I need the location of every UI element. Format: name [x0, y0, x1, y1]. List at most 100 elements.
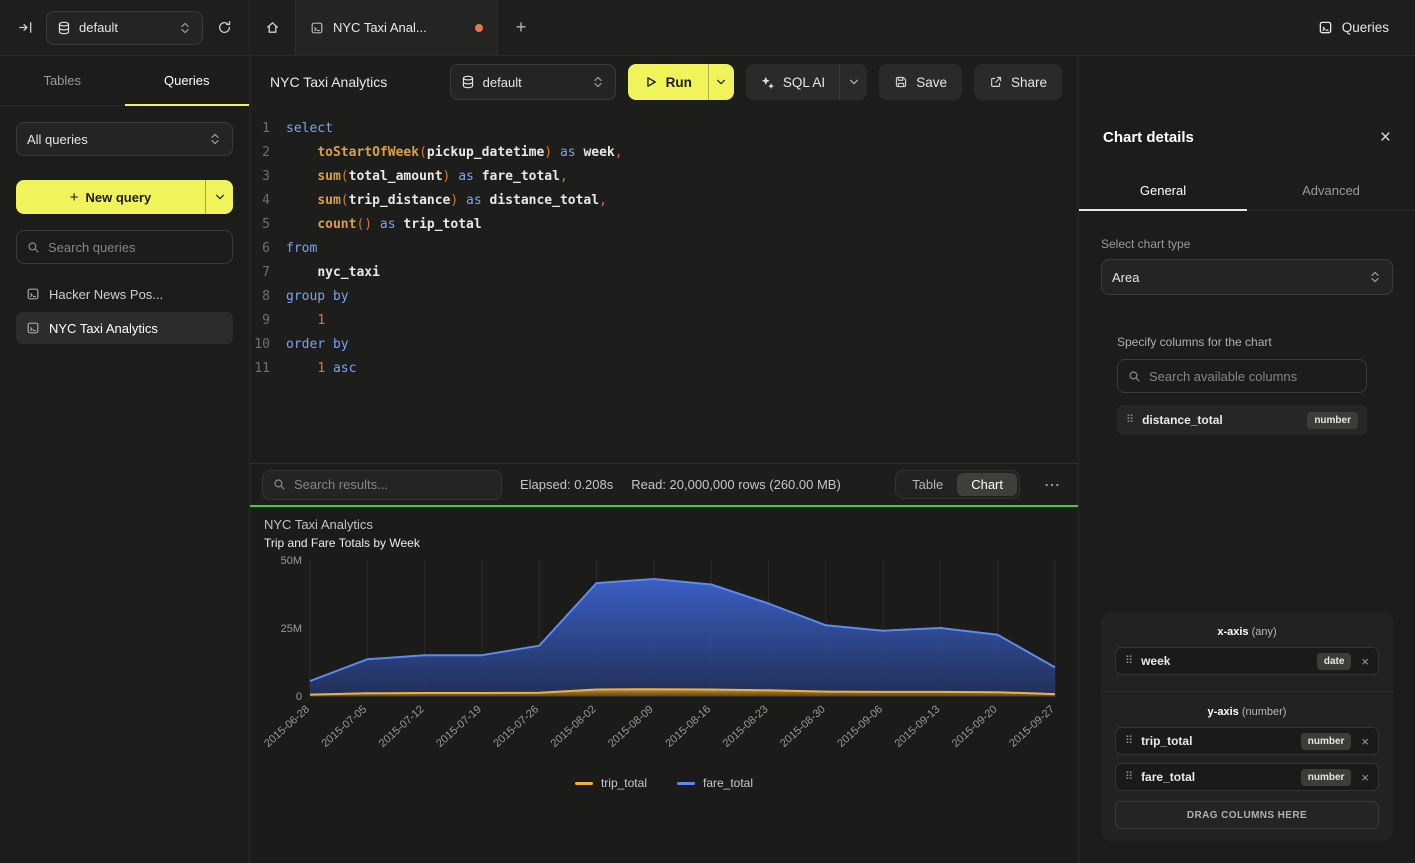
queries-button[interactable]: Queries: [1292, 0, 1415, 55]
run-button[interactable]: Run: [628, 64, 708, 100]
tab-strip: NYC Taxi Anal... +: [250, 0, 544, 55]
column-type-badge: number: [1301, 733, 1352, 750]
sql-line: 7 nyc_taxi: [250, 261, 1078, 285]
line-number: 5: [250, 213, 286, 237]
tab-general[interactable]: General: [1079, 171, 1247, 210]
svg-text:2015-09-20: 2015-09-20: [950, 703, 1000, 750]
tab-nyc-taxi-analytics[interactable]: NYC Taxi Anal...: [295, 0, 498, 55]
legend-item-fare_total[interactable]: fare_total: [677, 776, 753, 790]
svg-text:2015-08-16: 2015-08-16: [663, 703, 713, 750]
svg-text:2015-07-05: 2015-07-05: [319, 703, 369, 750]
columns-search-input[interactable]: [1149, 369, 1356, 384]
column-pill-distance_total[interactable]: ⠿distance_totalnumber: [1117, 405, 1367, 435]
sidebar-tab-queries[interactable]: Queries: [125, 56, 250, 105]
save-button[interactable]: Save: [879, 64, 962, 100]
tab-advanced[interactable]: Advanced: [1247, 171, 1415, 210]
columns-search: [1117, 359, 1367, 393]
column-pill-fare_total[interactable]: ⠿fare_totalnumber×: [1115, 763, 1379, 791]
drag-handle-icon[interactable]: ⠿: [1125, 772, 1133, 783]
svg-text:2015-08-30: 2015-08-30: [778, 703, 828, 750]
query-filter-select[interactable]: All queries: [16, 122, 233, 156]
main-area: NYC Taxi Analytics default Run SQL: [250, 56, 1078, 863]
query-database-selector[interactable]: default: [450, 64, 616, 100]
sql-line: 1select: [250, 117, 1078, 141]
sidebar-tab-tables[interactable]: Tables: [0, 56, 125, 105]
refresh-button[interactable]: [211, 15, 237, 41]
sql-line: 10order by: [250, 333, 1078, 357]
remove-column-icon[interactable]: ×: [1359, 770, 1369, 785]
columns-group: Specify columns for the chart ⠿distance_…: [1117, 335, 1367, 435]
results-more-button[interactable]: ⋯: [1038, 475, 1066, 495]
query-search-input[interactable]: [48, 240, 222, 255]
chevron-updown-icon: [208, 132, 222, 146]
elapsed-time: Elapsed: 0.208s: [520, 477, 613, 492]
sidebar-query-item[interactable]: Hacker News Pos...: [16, 278, 233, 310]
query-file-icon: [310, 21, 324, 35]
results-search-input[interactable]: [294, 477, 491, 492]
drag-columns-drop-zone[interactable]: DRAG COLUMNS HERE: [1115, 801, 1379, 829]
view-toggle-table[interactable]: Table: [898, 473, 957, 496]
line-number: 6: [250, 237, 286, 261]
database-icon: [461, 75, 475, 89]
new-query-menu-button[interactable]: [205, 180, 233, 214]
new-tab-button[interactable]: +: [498, 0, 544, 55]
query-file-icon: [26, 287, 40, 301]
line-number: 7: [250, 261, 286, 285]
x-axis-section: x-axis (any) ⠿weekdate×: [1101, 612, 1393, 691]
chart-type-value: Area: [1112, 270, 1360, 285]
home-tab[interactable]: [250, 0, 295, 55]
chevron-down-icon: [848, 76, 860, 88]
sql-editor[interactable]: 1select2 toStartOfWeek(pickup_datetime) …: [250, 108, 1078, 463]
sql-code: toStartOfWeek(pickup_datetime) as week,: [286, 141, 623, 165]
remove-column-icon[interactable]: ×: [1359, 654, 1369, 669]
y-axis-columns: ⠿trip_totalnumber×⠿fare_totalnumber×: [1115, 727, 1379, 791]
close-panel-icon[interactable]: ×: [1380, 128, 1391, 147]
available-columns-list: ⠿distance_totalnumber: [1117, 405, 1367, 435]
y-axis-hint: (number): [1242, 706, 1287, 718]
view-toggle-chart[interactable]: Chart: [957, 473, 1017, 496]
collapse-sidebar-button[interactable]: [12, 15, 38, 41]
sql-line: 9 1: [250, 309, 1078, 333]
y-axis-label: y-axis: [1208, 706, 1239, 718]
refresh-icon: [217, 20, 232, 35]
new-query-button[interactable]: + New query: [16, 180, 205, 214]
drag-handle-icon[interactable]: ⠿: [1125, 656, 1133, 667]
remove-column-icon[interactable]: ×: [1359, 734, 1369, 749]
query-title: NYC Taxi Analytics: [270, 74, 387, 90]
chart-type-select[interactable]: Area: [1101, 259, 1393, 295]
share-button[interactable]: Share: [974, 64, 1062, 100]
sql-code: sum(trip_distance) as distance_total,: [286, 189, 607, 213]
sidebar-tabs: TablesQueries: [0, 56, 249, 106]
svg-text:0: 0: [296, 691, 302, 703]
query-item-label: Hacker News Pos...: [49, 287, 163, 302]
editor-header: NYC Taxi Analytics default Run SQL: [250, 56, 1078, 108]
svg-text:2015-08-02: 2015-08-02: [549, 703, 599, 750]
column-pill-week[interactable]: ⠿weekdate×: [1115, 647, 1379, 675]
run-options-button[interactable]: [708, 64, 734, 100]
line-number: 1: [250, 117, 286, 141]
chart-title: NYC Taxi Analytics: [264, 517, 1064, 532]
column-pill-trip_total[interactable]: ⠿trip_totalnumber×: [1115, 727, 1379, 755]
svg-text:2015-09-06: 2015-09-06: [835, 703, 885, 750]
home-icon: [265, 20, 280, 35]
area-chart[interactable]: 025M50M2015-06-282015-07-052015-07-12201…: [264, 554, 1064, 772]
drag-handle-icon[interactable]: ⠿: [1126, 415, 1134, 426]
play-icon: [644, 75, 658, 89]
drag-handle-icon[interactable]: ⠿: [1125, 736, 1133, 747]
run-split-button: Run: [628, 64, 734, 100]
line-number: 2: [250, 141, 286, 165]
database-name: default: [79, 20, 170, 35]
sidebar-query-item[interactable]: NYC Taxi Analytics: [16, 312, 233, 344]
legend-item-trip_total[interactable]: trip_total: [575, 776, 647, 790]
topbar-database-selector[interactable]: default: [46, 11, 203, 45]
queries-button-label: Queries: [1342, 20, 1389, 35]
line-number: 8: [250, 285, 286, 309]
chevron-updown-icon: [1368, 270, 1382, 284]
query-list: Hacker News Pos... NYC Taxi Analytics: [16, 278, 233, 344]
sql-ai-menu-button[interactable]: [839, 64, 867, 100]
sql-code: count() as trip_total: [286, 213, 482, 237]
sql-line: 8group by: [250, 285, 1078, 309]
share-label: Share: [1011, 75, 1047, 90]
sql-line: 3 sum(total_amount) as fare_total,: [250, 165, 1078, 189]
sql-ai-button[interactable]: SQL AI: [746, 64, 839, 100]
